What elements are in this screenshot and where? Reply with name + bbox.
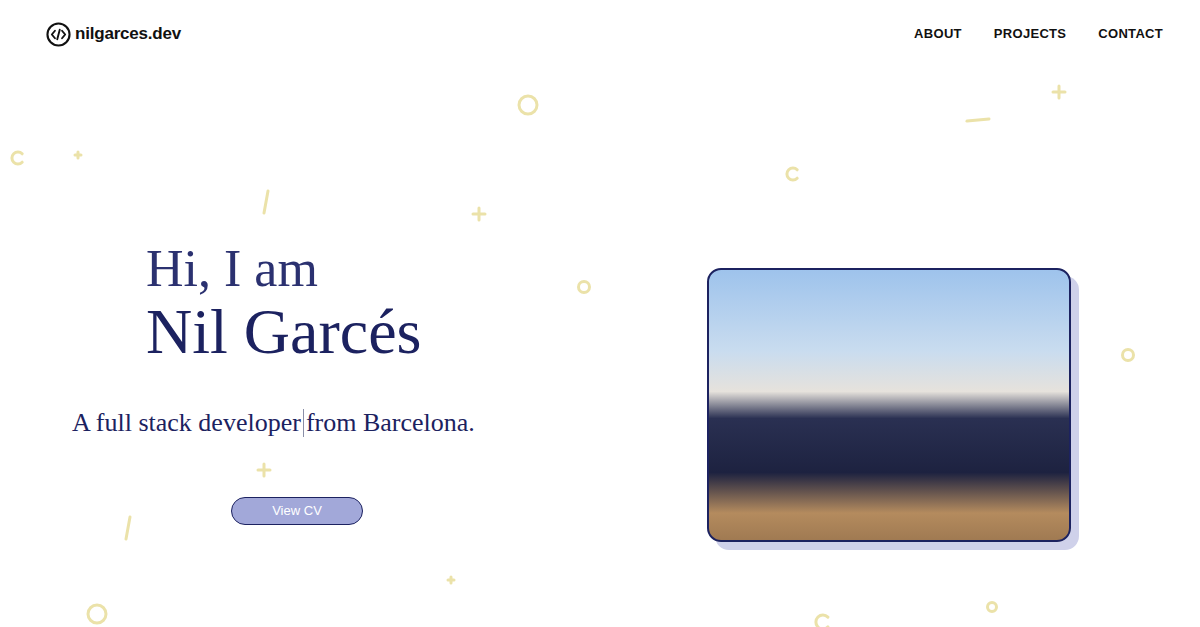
- hero-text: Hi, I am Nil Garcés A full stack develop…: [0, 68, 600, 542]
- typing-cursor: [303, 409, 304, 437]
- plus-icon: [258, 464, 270, 476]
- line-icon: [967, 119, 989, 121]
- profile-photo: [707, 268, 1071, 542]
- nav-link[interactable]: PROJECTS: [994, 24, 1066, 44]
- arc-icon: [787, 168, 797, 180]
- circle-icon: [1123, 350, 1134, 361]
- arc-icon: [12, 152, 22, 164]
- plus-icon: [473, 208, 485, 220]
- arc-icon: [816, 615, 828, 627]
- tagline-part: from Barcelona.: [306, 408, 475, 437]
- plus-icon: [75, 152, 81, 158]
- plus-icon: [448, 577, 454, 583]
- line-icon: [126, 517, 130, 539]
- code-icon: [46, 22, 71, 47]
- circle-icon: [519, 96, 537, 114]
- circle-icon: [88, 605, 106, 623]
- logo-text[interactable]: nilgarces.dev: [75, 21, 181, 47]
- photo-column: [600, 68, 1071, 542]
- greeting: Hi, I am: [0, 240, 318, 297]
- hero: Hi, I am Nil Garcés A full stack develop…: [0, 68, 1200, 542]
- circle-icon: [988, 603, 997, 612]
- nav-link[interactable]: CONTACT: [1098, 24, 1163, 44]
- circle-icon: [579, 282, 590, 293]
- tagline: A full stack developerfrom Barcelona.: [0, 406, 475, 440]
- plus-icon: [1053, 86, 1065, 98]
- line-icon: [264, 191, 268, 213]
- view-cv-button[interactable]: View CV: [231, 497, 363, 525]
- name-heading: Nil Garcés: [0, 297, 421, 367]
- tagline-part: A full stack developer: [72, 408, 301, 437]
- nav-link[interactable]: ABOUT: [914, 24, 962, 44]
- site-header: nilgarces.dev ABOUT PROJECTS CONTACT: [0, 0, 1200, 68]
- main-nav: ABOUT PROJECTS CONTACT: [914, 24, 1163, 44]
- logo-link[interactable]: nilgarces.dev: [46, 21, 181, 47]
